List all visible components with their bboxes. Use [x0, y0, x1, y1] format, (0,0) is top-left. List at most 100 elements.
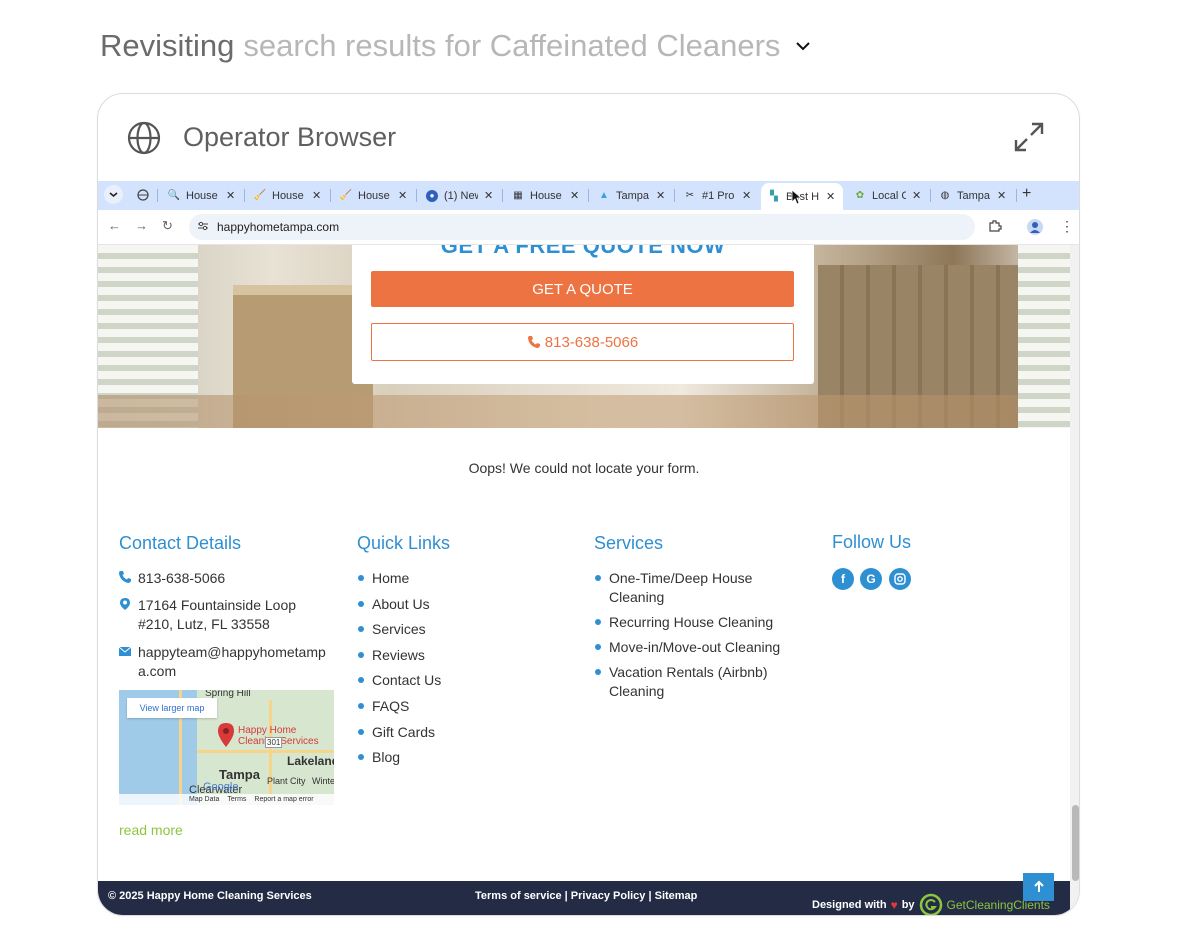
quick-link-reviews[interactable]: Reviews: [357, 646, 441, 665]
close-icon[interactable]: ✕: [570, 189, 579, 202]
close-icon[interactable]: ✕: [226, 189, 235, 202]
task-status-line[interactable]: Revisiting search results for Caffeinate…: [100, 28, 812, 64]
address-bar[interactable]: happyhometampa.com: [189, 214, 975, 240]
service-item[interactable]: Move-in/Move-out Cleaning: [594, 638, 799, 657]
quick-link-blog[interactable]: Blog: [357, 748, 441, 767]
site-icon: ✿: [855, 190, 865, 201]
browser-tab[interactable]: 🧹 House ✕: [340, 183, 407, 208]
new-tab-button[interactable]: +: [1022, 185, 1031, 203]
tab-globe-icon[interactable]: [137, 189, 149, 201]
designed-by[interactable]: Designed with ♥ by GetCleaningClients: [812, 893, 1050, 915]
browser-tab[interactable]: ▦ House ✕: [512, 183, 579, 208]
view-larger-map-link[interactable]: View larger map: [127, 698, 217, 718]
service-item[interactable]: One-Time/Deep House Cleaning: [594, 569, 799, 607]
page-scrollbar[interactable]: [1070, 245, 1079, 915]
close-icon[interactable]: ✕: [826, 190, 835, 203]
getcleaningclients-logo-icon: [919, 893, 942, 915]
google-icon[interactable]: G: [860, 568, 882, 590]
close-icon[interactable]: ✕: [912, 189, 921, 202]
quick-link-faqs[interactable]: FAQS: [357, 697, 441, 716]
quick-link-about[interactable]: About Us: [357, 595, 441, 614]
scrollbar-thumb[interactable]: [1072, 805, 1079, 881]
operator-browser-panel: Operator Browser 🔍 House ✕ 🧹 House ✕ 🧹 H…: [97, 93, 1080, 916]
tab-label: (1) New: [444, 189, 478, 202]
service-item[interactable]: Vacation Rentals (Airbnb) Cleaning: [594, 663, 799, 701]
scroll-to-top-button[interactable]: [1023, 873, 1054, 901]
quick-link-gift-cards[interactable]: Gift Cards: [357, 723, 441, 742]
quick-link-home[interactable]: Home: [357, 569, 441, 588]
chevron-down-icon: [109, 192, 118, 198]
google-logo: Google: [203, 781, 239, 793]
tab-label: Tampa: [616, 189, 650, 202]
browser-tab[interactable]: ▲ Tampa ✕: [598, 183, 665, 208]
close-icon[interactable]: ✕: [997, 189, 1006, 202]
search-icon: 🔍: [167, 190, 181, 201]
form-error-message: Oops! We could not locate your form.: [468, 460, 700, 476]
copyright-text: © 2025 Happy Home Cleaning Services: [108, 890, 312, 902]
close-icon[interactable]: ✕: [656, 189, 665, 202]
contact-address: 17164 Fountainside Loop #210, Lutz, FL 3…: [118, 596, 330, 634]
close-icon[interactable]: ✕: [742, 189, 751, 202]
panel-header: Operator Browser: [98, 94, 1079, 181]
status-prefix: Revisiting: [100, 28, 235, 63]
instagram-glyph: [894, 573, 906, 585]
extensions-icon[interactable]: [988, 219, 1002, 233]
contact-email[interactable]: happyteam@happyhometampa.com: [118, 643, 330, 681]
tab-label: House: [530, 189, 562, 202]
tab-label: House: [358, 189, 390, 202]
profile-avatar[interactable]: [1027, 219, 1043, 235]
call-phone-button[interactable]: 813-638-5066: [371, 323, 794, 361]
expand-icon[interactable]: [1012, 120, 1046, 154]
reload-icon[interactable]: ↻: [162, 218, 173, 234]
browser-tab[interactable]: 🧹 House ✕: [254, 183, 321, 208]
chevron-down-icon[interactable]: [794, 37, 812, 55]
map-place-label: Lakeland: [287, 754, 334, 768]
quick-links-title: Quick Links: [357, 533, 451, 553]
close-icon[interactable]: ✕: [398, 189, 407, 202]
quick-link-contact[interactable]: Contact Us: [357, 671, 441, 690]
map-terms-link[interactable]: Terms: [227, 796, 246, 803]
tab-label: Local C: [872, 189, 906, 202]
map-pin-icon[interactable]: [217, 722, 235, 748]
contact-email-text: happyteam@happyhometampa.com: [138, 644, 326, 679]
facebook-icon[interactable]: f: [832, 568, 854, 590]
map-data-label: Map Data: [189, 796, 220, 803]
tab-label: #1 Pro: [702, 189, 735, 202]
contact-phone[interactable]: 813-638-5066: [118, 569, 330, 588]
quote-card: GET A FREE QUOTE NOW GET A QUOTE 813-638…: [352, 245, 814, 384]
google-map[interactable]: Spring Hill View larger map Happy Home C…: [119, 690, 334, 805]
site-icon: 🧹: [253, 190, 267, 201]
follow-us-title: Follow Us: [832, 532, 912, 552]
site-icon: 🧹: [339, 190, 353, 201]
cursor-icon: [791, 189, 803, 205]
tab-label: House: [186, 189, 218, 202]
quick-links-list: Home About Us Services Reviews Contact U…: [357, 569, 441, 767]
location-pin-icon: [120, 598, 130, 610]
status-text: search results for Caffeinated Cleaners: [243, 28, 781, 63]
service-item[interactable]: Recurring House Cleaning: [594, 613, 799, 632]
instagram-icon[interactable]: [889, 568, 911, 590]
map-report-link[interactable]: Report a map error: [254, 796, 313, 803]
envelope-icon: [118, 646, 132, 656]
back-icon[interactable]: ←: [108, 218, 121, 233]
browser-tab[interactable]: ✂ #1 Pro ✕: [684, 183, 751, 208]
close-icon[interactable]: ✕: [484, 189, 493, 202]
quick-link-services[interactable]: Services: [357, 620, 441, 639]
browser-tab[interactable]: ✿ Local C ✕: [854, 183, 921, 208]
read-more-link[interactable]: read more: [119, 822, 183, 838]
url-text: happyhometampa.com: [217, 220, 340, 234]
get-quote-button[interactable]: GET A QUOTE: [371, 271, 794, 307]
forward-icon[interactable]: →: [135, 218, 148, 233]
browser-tab[interactable]: ◍ Tampa ✕: [939, 183, 1007, 208]
map-place-label: Winter: [312, 776, 334, 786]
browser-tab[interactable]: 🔍 House ✕: [168, 183, 235, 208]
tab-search-button[interactable]: [104, 185, 123, 204]
browser-tab[interactable]: ● (1) New ✕: [426, 183, 493, 208]
services-list: One-Time/Deep House Cleaning Recurring H…: [594, 569, 799, 701]
footer-links[interactable]: Terms of service | Privacy Policy | Site…: [475, 890, 697, 902]
site-settings-icon[interactable]: [197, 220, 209, 232]
address-bar-row: ← → ↻ happyhometampa.com ⋮: [98, 210, 1079, 245]
menu-icon[interactable]: ⋮: [1060, 218, 1074, 235]
close-icon[interactable]: ✕: [312, 189, 321, 202]
heart-icon: ♥: [890, 898, 898, 912]
